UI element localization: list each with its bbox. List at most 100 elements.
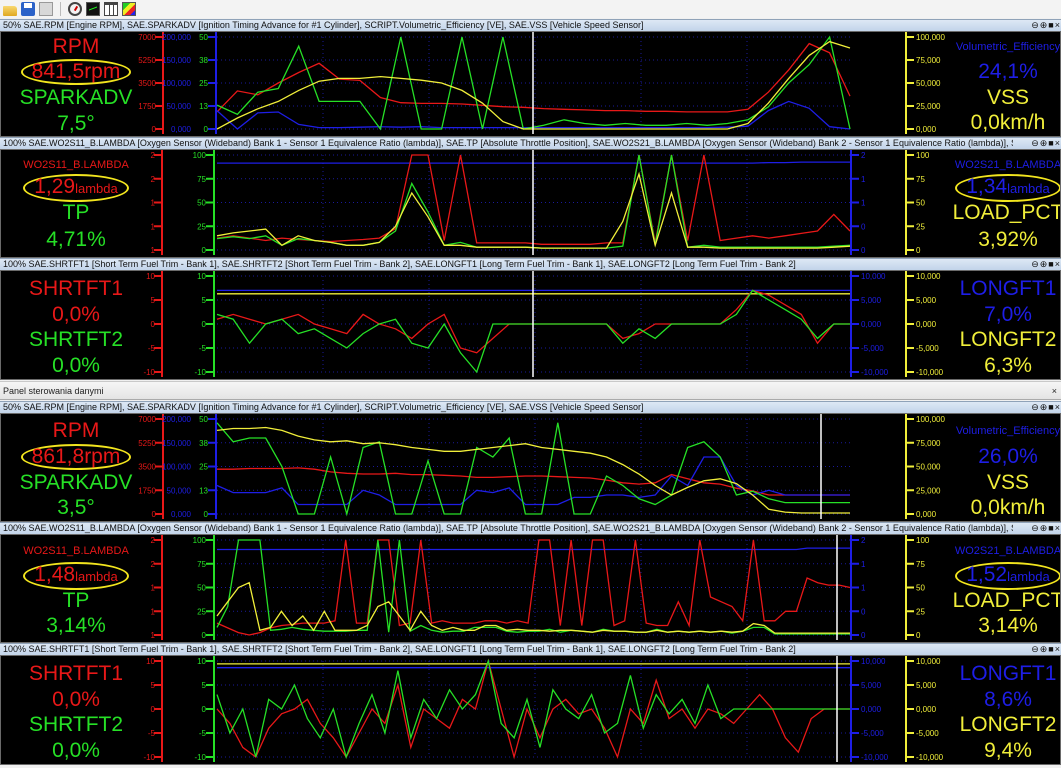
stop-icon[interactable]: ■ (1048, 138, 1053, 149)
close-icon[interactable]: × (1055, 523, 1060, 534)
zoom-out-icon[interactable]: ⊖ (1031, 20, 1039, 31)
stop-icon[interactable]: ■ (1048, 523, 1053, 534)
axis-tick-label: 50,000 (167, 486, 192, 495)
stop-icon[interactable]: ■ (1048, 259, 1053, 270)
zoom-in-icon[interactable]: ⊕ (1040, 138, 1048, 149)
stop-icon[interactable]: ■ (1048, 644, 1053, 655)
param-value-sparkadv: 7,5° (57, 112, 95, 135)
zoom-out-icon[interactable]: ⊖ (1031, 138, 1039, 149)
panel-header[interactable]: 50% SAE.RPM [Engine RPM], SAE.SPARKADV [… (0, 401, 1061, 413)
close-icon[interactable]: × (1055, 402, 1060, 413)
panel-header[interactable]: 100% SAE.SHRTFT1 [Short Term Fuel Trim -… (0, 643, 1061, 655)
table-icon[interactable] (104, 2, 118, 16)
axis-tick-label: 38 (199, 439, 208, 448)
axis-tick-label: 0 (152, 510, 157, 519)
axis-tick-label: 0,000 (171, 125, 192, 134)
param-label-ve: Volumetric_Efficiency (955, 425, 1061, 437)
axis-tick-label: 2 (151, 536, 156, 545)
graph-canvas[interactable]: 221111007550250211001007550250 (1, 150, 1061, 255)
zoom-out-icon[interactable]: ⊖ (1031, 523, 1039, 534)
axis-tick-label: 50 (197, 584, 206, 593)
close-icon[interactable]: × (1055, 259, 1060, 270)
graph-panel-rpm: 50% SAE.RPM [Engine RPM], SAE.SPARKADV [… (0, 401, 1061, 522)
zoom-in-icon[interactable]: ⊕ (1040, 259, 1048, 270)
zoom-in-icon[interactable]: ⊕ (1040, 20, 1048, 31)
zoom-in-icon[interactable]: ⊕ (1040, 402, 1048, 413)
graph-canvas[interactable]: 1050-5-101050-5-1010,0005,0000,000-5,000… (1, 271, 1061, 377)
graph-canvas[interactable]: 1050-5-101050-5-1010,0005,0000,000-5,000… (1, 656, 1061, 762)
graph-icon[interactable] (86, 2, 100, 16)
param-value-wo2s21: 1,52lambda (955, 562, 1060, 590)
axis-tick-label: 200,000 (162, 33, 191, 42)
panel-header[interactable]: 100% SAE.WO2S11_B.LAMBDA [Oxygen Sensor … (0, 522, 1061, 534)
panel-body: 10 5 0 -5 -10 10 5 0 -5 -10 10,000 5,000 0,000 -5,000… (0, 270, 1061, 380)
close-icon[interactable]: × (1055, 644, 1060, 655)
graph-canvas[interactable]: 70005250350017500200,000150,000100,00050… (1, 414, 1061, 519)
axis-tick-label: 0 (204, 510, 209, 519)
param-label-load-pct: LOAD_PCT (952, 589, 1061, 612)
graph-canvas[interactable]: 70005250350017500200,000150,000100,00050… (1, 32, 1061, 134)
axis-tick-label: -5 (199, 729, 207, 738)
axis-tick-label: 0,000 (171, 510, 192, 519)
close-icon[interactable]: × (1052, 382, 1057, 400)
zoom-in-icon[interactable]: ⊕ (1040, 523, 1048, 534)
axis-tick-label: 0 (151, 320, 156, 329)
axis-tick-label: 200,000 (162, 415, 191, 424)
axis-tick-label: 100,000 (162, 79, 191, 88)
axis-tick-label: 1 (151, 246, 156, 255)
param-label-ve: Volumetric_Efficiency (955, 41, 1061, 53)
panel-title: 100% SAE.WO2S11_B.LAMBDA [Oxygen Sensor … (3, 523, 1013, 533)
param-label-wo2s21: WO2S21_B.LAMBDA (954, 545, 1061, 557)
folder-open-icon[interactable] (3, 5, 17, 16)
axis-tick-label: 50 (199, 33, 208, 42)
control-panel-bar[interactable]: Panel sterowania danymi × (0, 381, 1061, 400)
axis-tick-label: 5,000 (861, 296, 882, 305)
param-value-tp: 3,14% (46, 614, 106, 637)
close-icon[interactable]: × (1055, 138, 1060, 149)
param-value-load-pct: 3,92% (978, 228, 1038, 251)
panel-title: 100% SAE.WO2S11_B.LAMBDA [Oxygen Sensor … (3, 138, 1013, 148)
axis-tick-label: 1 (151, 607, 156, 616)
graph-canvas[interactable]: 221111007550250211001007550250 (1, 535, 1061, 640)
param-label-tp: TP (62, 201, 90, 224)
series-line-vss (216, 426, 850, 514)
axis-tick-label: 10,000 (861, 657, 886, 666)
zoom-out-icon[interactable]: ⊖ (1031, 259, 1039, 270)
toolbar (0, 0, 1061, 18)
axis-tick-label: 0 (861, 222, 866, 231)
param-label-sparkadv: SPARKADV (19, 86, 133, 109)
color-grid-icon[interactable] (122, 2, 136, 16)
zoom-in-icon[interactable]: ⊕ (1040, 644, 1048, 655)
param-value-longft2: 9,4% (984, 739, 1032, 762)
axis-tick-label: 50,000 (167, 102, 192, 111)
save-icon[interactable] (21, 2, 35, 16)
axis-tick-label: 5 (202, 296, 207, 305)
zoom-out-icon[interactable]: ⊖ (1031, 402, 1039, 413)
panel-header[interactable]: 50% SAE.RPM [Engine RPM], SAE.SPARKADV [… (0, 19, 1061, 31)
param-value-load-pct: 3,14% (978, 614, 1038, 637)
graph-panel-fuel-trim: 100% SAE.SHRTFT1 [Short Term Fuel Trim -… (0, 643, 1061, 765)
panel-title: 100% SAE.SHRTFT1 [Short Term Fuel Trim -… (3, 644, 796, 654)
param-value-vss: 0,0km/h (970, 111, 1046, 134)
graph-panel-rpm: 50% SAE.RPM [Engine RPM], SAE.SPARKADV [… (0, 19, 1061, 137)
axis-tick-label: 1 (861, 175, 866, 184)
stop-icon[interactable]: ■ (1048, 402, 1053, 413)
axis-tick-label: 100 (193, 536, 207, 545)
param-value-shrtft2: 0,0% (52, 739, 100, 762)
axis-tick-label: 38 (199, 56, 208, 65)
axis-tick-label: 100 (193, 151, 207, 160)
stop-icon[interactable]: ■ (1048, 20, 1053, 31)
axis-tick-label: 25 (197, 222, 206, 231)
copy-icon[interactable] (39, 2, 53, 16)
axis-tick-label: 5,000 (861, 681, 882, 690)
gauge-icon[interactable] (68, 2, 82, 16)
zoom-out-icon[interactable]: ⊖ (1031, 644, 1039, 655)
axis-tick-label: 150,000 (162, 439, 191, 448)
control-panel-title: Panel sterowania danymi (3, 386, 104, 396)
panel-header[interactable]: 100% SAE.WO2S11_B.LAMBDA [Oxygen Sensor … (0, 137, 1061, 149)
close-icon[interactable]: × (1055, 20, 1060, 31)
panel-header[interactable]: 100% SAE.SHRTFT1 [Short Term Fuel Trim -… (0, 258, 1061, 270)
axis-tick-label: 50 (199, 415, 208, 424)
axis-tick-label: 2 (151, 175, 156, 184)
axis-tick-label: 1 (861, 560, 866, 569)
